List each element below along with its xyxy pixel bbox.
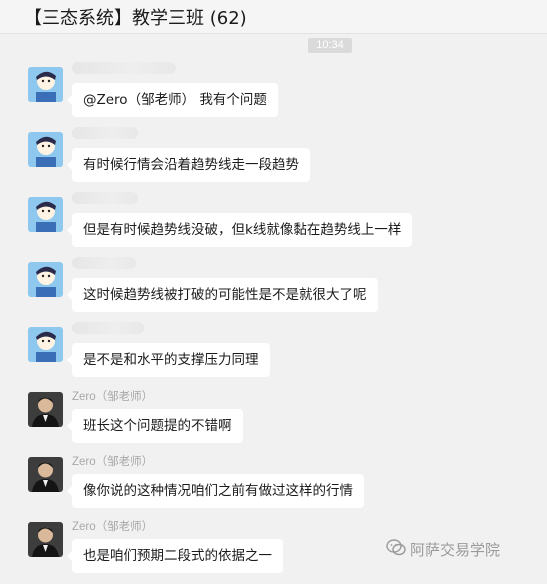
student-cartoon-avatar[interactable] xyxy=(28,197,63,232)
sender-name-blurred xyxy=(72,322,144,334)
chat-title: 【三态系统】教学三班 (62) xyxy=(24,8,247,29)
teacher-photo-avatar[interactable] xyxy=(28,457,63,492)
sender-name-blurred xyxy=(72,257,136,269)
sender-name-blurred xyxy=(72,192,138,204)
wechat-logo-icon xyxy=(386,538,406,563)
message-bubble[interactable]: 是不是和水平的支撑压力同理 xyxy=(67,343,270,377)
sender-name: Zero（邹老师） xyxy=(72,521,154,533)
sender-name: Zero（邹老师） xyxy=(72,391,154,403)
message-bubble[interactable]: 这时候趋势线被打破的可能性是不是就很大了呢 xyxy=(67,278,378,312)
message-bubble[interactable]: 也是咱们预期二段式的依据之一 xyxy=(67,539,283,573)
message-bubble[interactable]: 像你说的这种情况咱们之前有做过这样的行情 xyxy=(67,474,364,508)
message-bubble[interactable]: 有时候行情会沿着趋势线走一段趋势 xyxy=(67,148,310,182)
message-bubble[interactable]: @Zero（邹老师） 我有个问题 xyxy=(67,83,278,117)
teacher-photo-avatar[interactable] xyxy=(28,392,63,427)
student-cartoon-avatar[interactable] xyxy=(28,132,63,167)
sender-name: Zero（邹老师） xyxy=(72,456,154,468)
watermark: 阿萨交易学院 xyxy=(386,538,500,562)
message-bubble[interactable]: 班长这个问题提的不错啊 xyxy=(67,409,243,443)
student-cartoon-avatar[interactable] xyxy=(28,67,63,102)
student-cartoon-avatar[interactable] xyxy=(28,262,63,297)
student-cartoon-avatar[interactable] xyxy=(28,327,63,362)
watermark-text: 阿萨交易学院 xyxy=(410,541,501,559)
sender-name-blurred xyxy=(72,62,176,74)
teacher-photo-avatar[interactable] xyxy=(28,522,63,557)
timestamp-badge: 10:34 xyxy=(308,38,352,53)
message-bubble[interactable]: 但是有时候趋势线没破，但k线就像黏在趋势线上一样 xyxy=(66,213,413,247)
sender-name-blurred xyxy=(72,127,138,139)
title-bar: 【三态系统】教学三班 (62) xyxy=(0,0,547,34)
